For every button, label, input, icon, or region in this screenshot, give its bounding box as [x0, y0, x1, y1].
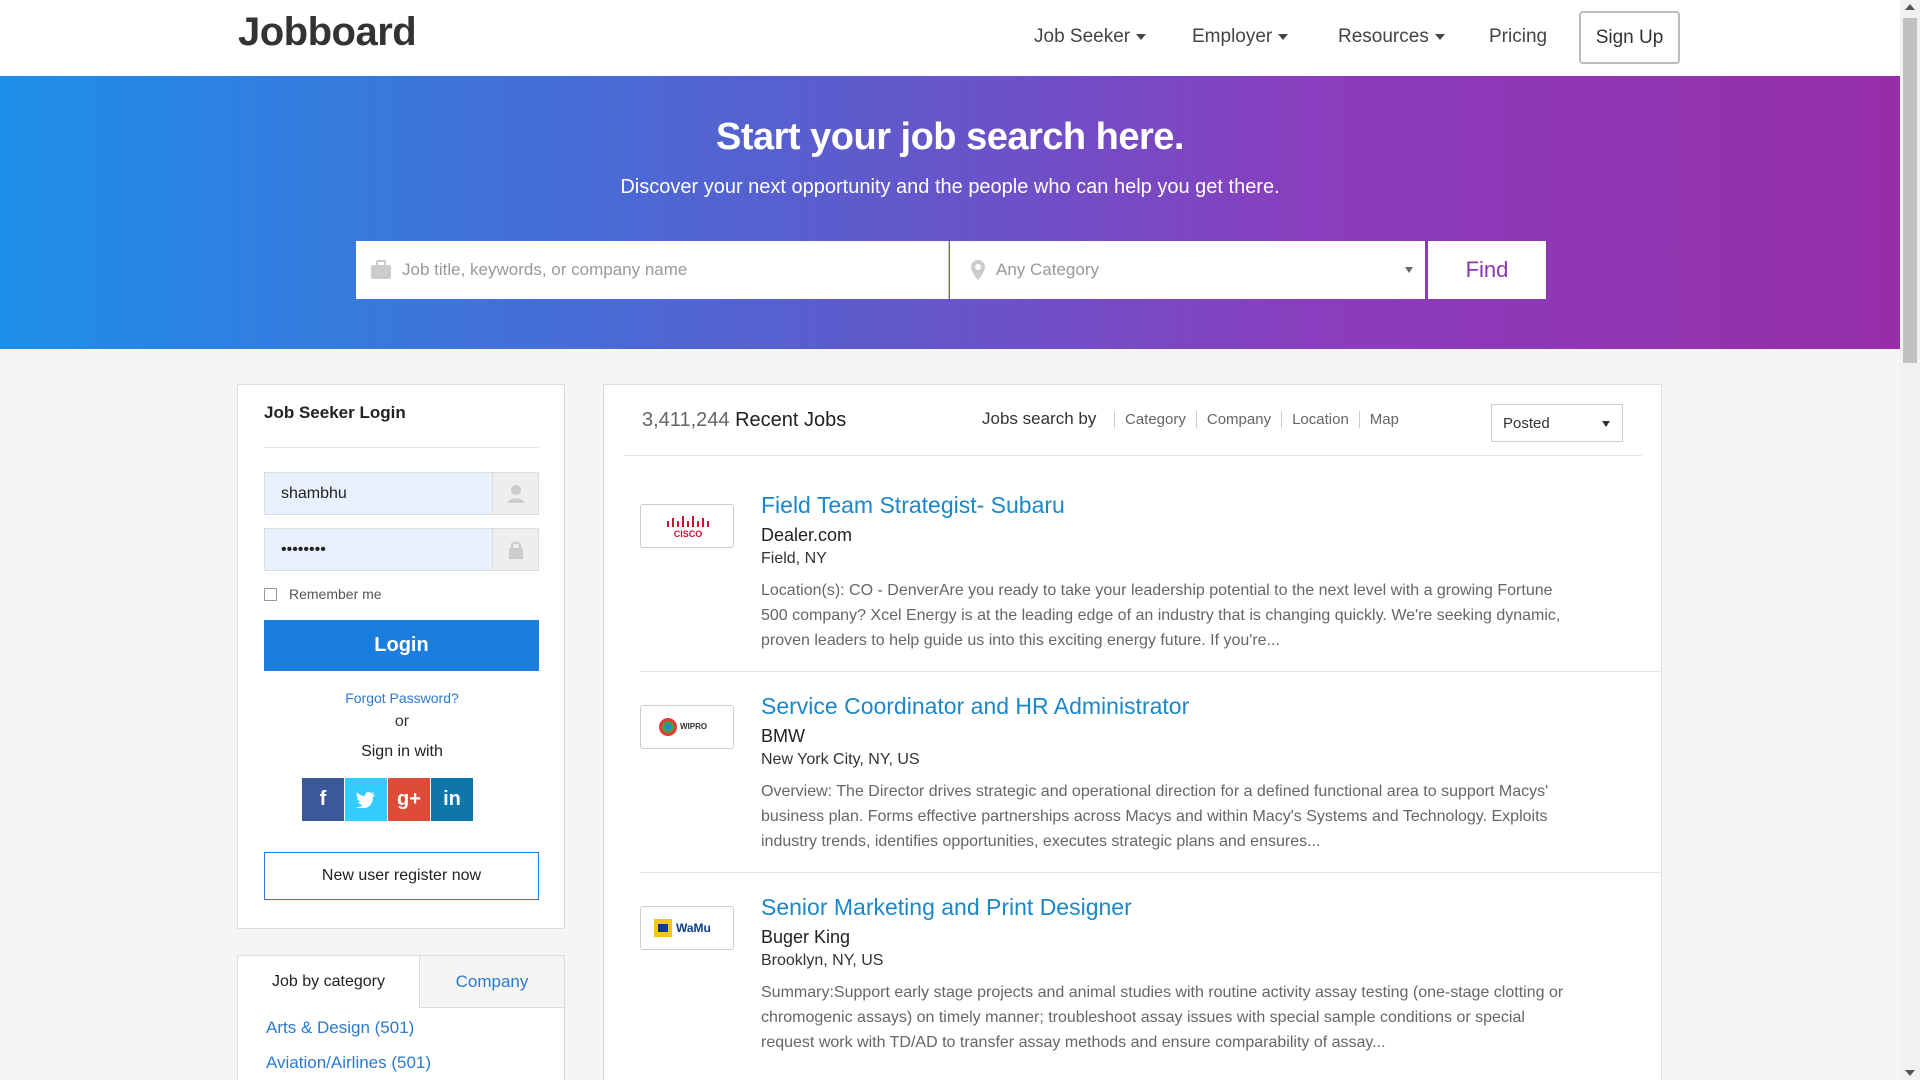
category-tabs: Job by category Company	[238, 956, 564, 1008]
divider	[624, 455, 1642, 456]
category-select[interactable]: Any Category	[950, 241, 1425, 299]
username-field[interactable]: shambhu	[264, 472, 539, 515]
job-description: Summary:Support early stage projects and…	[761, 984, 1564, 1051]
jobs-search-by-label: Jobs search by	[982, 409, 1097, 428]
filter-map[interactable]: Map	[1358, 411, 1409, 428]
select-caret-icon	[1602, 421, 1610, 427]
site-logo[interactable]: Jobboard	[238, 10, 417, 55]
keyword-placeholder: Job title, keywords, or company name	[402, 260, 688, 279]
job-location: Field, NY	[761, 550, 827, 567]
job-title-link[interactable]: Field Team Strategist- Subaru	[761, 492, 1065, 519]
job-description: Overview: The Director drives strategic …	[761, 783, 1549, 850]
job-company: Buger King	[761, 927, 851, 947]
job-search-bar: Job title, keywords, or company name Any…	[356, 241, 1546, 299]
job-company: Dealer.com	[761, 525, 853, 545]
password-value: ••••••••	[281, 541, 326, 558]
recent-jobs-panel: 3,411,244 Recent Jobs Jobs search by Cat…	[603, 384, 1662, 1080]
google-plus-icon[interactable]: g+	[388, 778, 430, 821]
user-icon	[492, 473, 538, 514]
select-caret-icon	[1405, 267, 1413, 273]
company-logo-cisco[interactable]: CISCO	[640, 504, 734, 548]
tab-company[interactable]: Company	[420, 956, 564, 1008]
keyword-input[interactable]: Job title, keywords, or company name	[356, 241, 949, 299]
twitter-icon[interactable]	[345, 778, 387, 821]
company-logo-wipro[interactable]: WIPRO	[640, 705, 734, 749]
login-button[interactable]: Login	[264, 620, 539, 671]
login-title: Job Seeker Login	[264, 403, 406, 422]
svg-text:WaMu: WaMu	[676, 921, 711, 935]
username-value: shambhu	[281, 485, 347, 502]
svg-text:WIPRO: WIPRO	[680, 722, 707, 731]
cisco-logo-icon: CISCO	[667, 516, 709, 539]
scroll-down-arrow-icon[interactable]	[1905, 1070, 1915, 1076]
svg-text:CISCO: CISCO	[674, 529, 703, 539]
divider	[264, 447, 539, 448]
map-pin-icon	[971, 260, 985, 280]
wipro-logo-icon: WIPRO	[659, 718, 707, 736]
or-separator: or	[394, 713, 410, 730]
nav-pricing[interactable]: Pricing	[1489, 26, 1547, 48]
scroll-up-arrow-icon[interactable]	[1905, 4, 1915, 10]
linkedin-icon[interactable]: in	[431, 778, 473, 821]
job-title-link[interactable]: Senior Marketing and Print Designer	[761, 894, 1132, 921]
remember-me[interactable]: Remember me	[264, 586, 382, 602]
caret-down-icon	[1434, 33, 1445, 40]
wamu-logo-icon: WaMu	[654, 919, 711, 937]
sort-select[interactable]: Posted	[1491, 404, 1623, 442]
nav-job-seeker-label: Job Seeker	[1034, 26, 1131, 47]
register-button[interactable]: New user register now	[264, 852, 539, 900]
page-scrollbar[interactable]	[1900, 0, 1920, 1080]
remember-label: Remember me	[289, 586, 382, 602]
briefcase-icon	[371, 260, 391, 279]
category-link[interactable]: Aviation/Airlines (501)	[266, 1053, 431, 1073]
filter-category[interactable]: Category	[1114, 411, 1196, 428]
divider	[640, 671, 1662, 672]
sort-value: Posted	[1503, 414, 1550, 432]
job-location: New York City, NY, US	[761, 751, 920, 768]
hero-title: Start your job search here.	[716, 116, 1185, 158]
job-category-panel: Job by category Company Arts & Design (5…	[237, 955, 565, 1080]
filter-location[interactable]: Location	[1281, 411, 1359, 428]
caret-down-icon	[1278, 33, 1289, 40]
job-seeker-login-panel: Job Seeker Login shambhu •••••••• Rememb…	[237, 384, 565, 929]
jobs-count-number: 3,411,244	[642, 409, 730, 431]
filter-company[interactable]: Company	[1195, 411, 1281, 428]
hero-subtitle: Discover your next opportunity and the p…	[620, 176, 1280, 198]
tab-job-by-category[interactable]: Job by category	[238, 956, 420, 1008]
social-login-buttons: f g+ in	[302, 778, 473, 821]
lock-icon	[492, 529, 538, 570]
jobs-count-label: Recent Jobs	[735, 409, 847, 431]
password-field[interactable]: ••••••••	[264, 528, 539, 571]
forgot-password-link[interactable]: Forgot Password?	[238, 690, 566, 706]
search-by-filters: Category Company Location Map	[1114, 411, 1409, 428]
nav-job-seeker[interactable]: Job Seeker	[1034, 26, 1147, 48]
scroll-thumb[interactable]	[1903, 18, 1917, 363]
job-title-link[interactable]: Service Coordinator and HR Administrator	[761, 693, 1189, 720]
company-logo-wamu[interactable]: WaMu	[640, 906, 734, 950]
jobs-count-heading: 3,411,244 Recent Jobs	[642, 409, 846, 432]
category-value: Any Category	[996, 260, 1099, 279]
nav-employer-label: Employer	[1192, 26, 1273, 47]
nav-resources[interactable]: Resources	[1338, 26, 1445, 48]
nav-resources-label: Resources	[1338, 26, 1429, 47]
sign-in-with-label: Sign in with	[361, 743, 443, 760]
nav-employer[interactable]: Employer	[1192, 26, 1289, 48]
sign-up-button[interactable]: Sign Up	[1579, 11, 1680, 64]
caret-down-icon	[1136, 33, 1147, 40]
facebook-icon[interactable]: f	[302, 778, 344, 821]
top-navbar: Jobboard Job Seeker Employer Resources P…	[0, 0, 1900, 76]
remember-checkbox[interactable]	[264, 587, 277, 601]
category-link[interactable]: Arts & Design (501)	[266, 1018, 414, 1038]
hero-banner: Start your job search here. Discover you…	[0, 76, 1900, 349]
job-company: BMW	[761, 726, 805, 746]
job-location: Brooklyn, NY, US	[761, 952, 884, 969]
find-button[interactable]: Find	[1428, 241, 1546, 299]
divider	[640, 872, 1662, 873]
job-description: Location(s): CO - DenverAre you ready to…	[761, 582, 1561, 649]
